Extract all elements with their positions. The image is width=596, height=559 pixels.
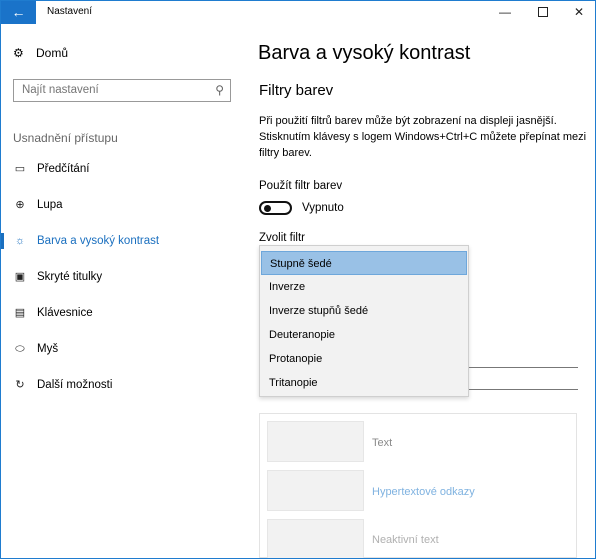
sidebar-item-label: Barva a vysoký kontrast [37, 235, 160, 247]
gear-icon: ⚙ [13, 46, 24, 60]
search-icon[interactable]: ⚲ [215, 83, 224, 97]
filter-option-deuteranopia[interactable]: Deuteranopie [261, 323, 467, 347]
magnifier-icon: ⊕ [15, 199, 25, 211]
settings-window: ← Nastavení — ✕ ⚙ Domů ⚲ Usnadnění přístu… [0, 0, 596, 559]
preview-text-label: Text [372, 437, 393, 449]
filter-option-tritanopia[interactable]: Tritanopie [261, 371, 467, 395]
filter-option-protanopia[interactable]: Protanopie [261, 347, 467, 371]
filter-dropdown-list[interactable]: Stupně šedé Inverze Inverze stupňů šedé … [259, 245, 469, 397]
sidebar-item-label: Lupa [37, 199, 63, 211]
sidebar-item-label: Skryté titulky [37, 271, 103, 283]
sidebar-item-mouse[interactable]: ⬭ Myš [1, 337, 246, 361]
sidebar-item-label: Myš [37, 343, 59, 355]
sidebar-item-label: Klávesnice [37, 307, 93, 319]
keyboard-icon: ▤ [14, 307, 26, 319]
filter-toggle-label: Použít filtr barev [259, 180, 343, 192]
minimize-button[interactable]: — [487, 1, 523, 24]
minimize-icon: — [499, 5, 511, 19]
preview-inactive-label: Neaktivní text [372, 534, 439, 546]
page-title: Barva a vysoký kontrast [258, 42, 471, 64]
choose-filter-label: Zvolit filtr [259, 232, 305, 244]
sidebar-item-label: Předčítání [37, 163, 90, 175]
sidebar-item-captions[interactable]: ▣ Skryté titulky [1, 265, 246, 289]
main-content: Barva a vysoký kontrast Filtry barev Při… [246, 24, 595, 558]
back-button[interactable]: ← [1, 1, 36, 24]
search-input[interactable] [22, 84, 202, 96]
sidebar-item-label: Další možnosti [37, 379, 113, 391]
filter-option-grayscale-inverted[interactable]: Inverze stupňů šedé [261, 299, 467, 323]
sidebar-item-narrator[interactable]: ▭ Předčítání [1, 157, 246, 181]
toggle-knob [264, 205, 271, 212]
preview-panel: Text Hypertextové odkazy Neaktivní text [259, 413, 577, 558]
preview-hyperlink-label: Hypertextové odkazy [372, 486, 475, 498]
brightness-icon: ☼ [14, 235, 26, 247]
preview-swatch-hyperlink [267, 470, 364, 511]
preview-swatch-inactive [267, 519, 364, 558]
close-button[interactable]: ✕ [561, 1, 595, 24]
toggle-state-text: Vypnuto [302, 202, 344, 214]
filter-description: Při použití filtrů barev může být zobraz… [259, 115, 587, 159]
sidebar-item-other-options[interactable]: ↻ Další možnosti [1, 373, 246, 397]
closed-captions-icon: ▣ [14, 271, 26, 283]
window-title: Nastavení [47, 6, 93, 17]
nav-home-label: Domů [36, 46, 69, 60]
title-bar: ← Nastavení — ✕ [1, 1, 595, 24]
mouse-icon: ⬭ [15, 343, 25, 355]
preview-swatch-text [267, 421, 364, 462]
nav-home[interactable]: ⚙ Domů [13, 46, 68, 60]
other-options-icon: ↻ [15, 379, 25, 391]
maximize-icon [538, 6, 548, 17]
sidebar-item-color-contrast[interactable]: ☼ Barva a vysoký kontrast [1, 229, 246, 253]
close-icon: ✕ [573, 5, 585, 19]
narrator-icon: ▭ [14, 163, 26, 175]
search-box[interactable]: ⚲ [13, 79, 231, 102]
sidebar-item-magnifier[interactable]: ⊕ Lupa [1, 193, 246, 217]
divider-line [469, 367, 578, 368]
section-label: Usnadnění přístupu [13, 131, 118, 145]
sidebar-item-keyboard[interactable]: ▤ Klávesnice [1, 301, 246, 325]
divider-line [469, 389, 578, 390]
maximize-button[interactable] [525, 1, 561, 24]
filter-option-grayscale[interactable]: Stupně šedé [261, 251, 467, 275]
filter-option-invert[interactable]: Inverze [261, 275, 467, 299]
sidebar: ⚙Domů ⚲ Usnadnění přístupu ▭ Předčítání … [1, 24, 246, 558]
color-filter-toggle[interactable] [259, 201, 292, 215]
section-title: Filtry barev [259, 82, 334, 99]
back-arrow-icon: ← [11, 4, 26, 20]
